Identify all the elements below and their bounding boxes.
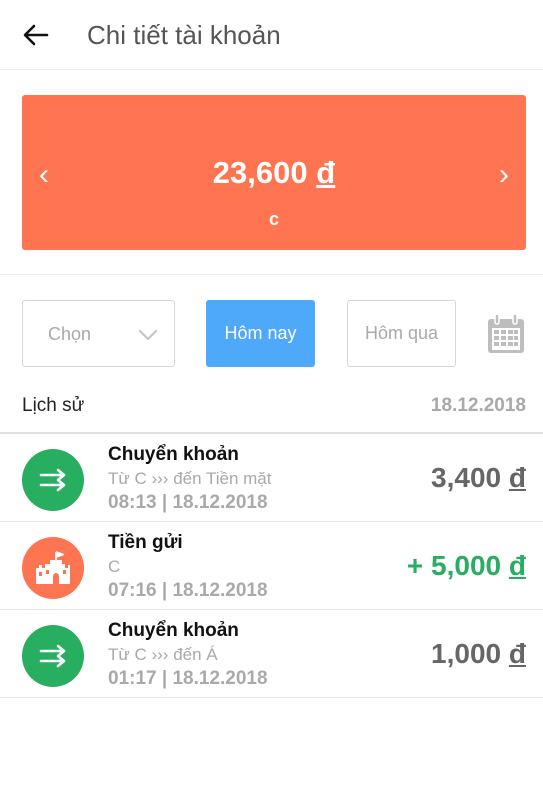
today-button[interactable]: Hôm nay — [206, 300, 315, 367]
chevron-right-icon: › — [499, 158, 509, 191]
app-bar: Chi tiết tài khoản — [0, 0, 543, 70]
transaction-amount: 1,000 đ — [431, 638, 526, 670]
castle-icon — [36, 551, 70, 584]
transaction-amount: + 5,000 đ — [407, 550, 526, 582]
currency-symbol: đ — [316, 155, 336, 190]
account-name: c — [268, 209, 279, 229]
transaction-row[interactable]: Chuyển khoản Từ C ››› đến Á 01:17 | 18.1… — [0, 610, 543, 698]
transaction-amount: 3,400 đ — [431, 462, 526, 494]
transaction-time: 01:17 | 18.12.2018 — [108, 668, 268, 689]
back-button[interactable] — [18, 18, 54, 52]
transaction-time: 08:13 | 18.12.2018 — [108, 492, 268, 513]
amount-value: 3,400 — [431, 462, 502, 493]
transaction-title: Chuyển khoản — [108, 620, 239, 641]
history-label: Lịch sử — [22, 395, 85, 416]
balance-value: 23,600 — [212, 155, 308, 190]
transaction-avatar — [22, 449, 84, 511]
balance-card: ‹ 23,600 đ c › — [22, 95, 526, 250]
transaction-list: Chuyển khoản Từ C ››› đến Tiền mặt 08:13… — [0, 432, 543, 698]
transaction-avatar — [22, 537, 84, 599]
currency-symbol: đ — [508, 550, 526, 581]
balance-amount: 23,600 đ — [22, 155, 526, 191]
divider — [0, 274, 543, 275]
chevron-down-icon — [138, 329, 158, 341]
page-title: Chi tiết tài khoản — [87, 20, 281, 50]
transfer-icon — [39, 644, 66, 668]
next-account-button[interactable]: › — [484, 155, 524, 195]
transaction-row[interactable]: Tiền gửi C 07:16 | 18.12.2018 + 5,000 đ — [0, 522, 543, 610]
transaction-avatar — [22, 625, 84, 687]
currency-symbol: đ — [508, 638, 526, 669]
arrow-left-icon — [23, 24, 49, 46]
currency-symbol: đ — [508, 462, 526, 493]
transaction-title: Tiền gửi — [108, 532, 183, 553]
transaction-description: C — [108, 557, 121, 576]
transaction-description: Từ C ››› đến Tiền mặt — [108, 469, 272, 488]
transaction-title: Chuyển khoản — [108, 444, 239, 465]
transaction-time: 07:16 | 18.12.2018 — [108, 580, 268, 601]
transaction-description: Từ C ››› đến Á — [108, 645, 218, 664]
transaction-row[interactable]: Chuyển khoản Từ C ››› đến Tiền mặt 08:13… — [0, 434, 543, 522]
period-select-label: Chọn — [48, 324, 92, 344]
period-select[interactable]: Chọn — [22, 300, 175, 367]
history-date: 18.12.2018 — [430, 395, 526, 416]
calendar-icon[interactable] — [486, 313, 526, 355]
transfer-icon — [39, 468, 66, 492]
amount-value: 1,000 — [431, 638, 502, 669]
amount-value: + 5,000 — [406, 550, 502, 581]
yesterday-button[interactable]: Hôm qua — [347, 300, 456, 367]
